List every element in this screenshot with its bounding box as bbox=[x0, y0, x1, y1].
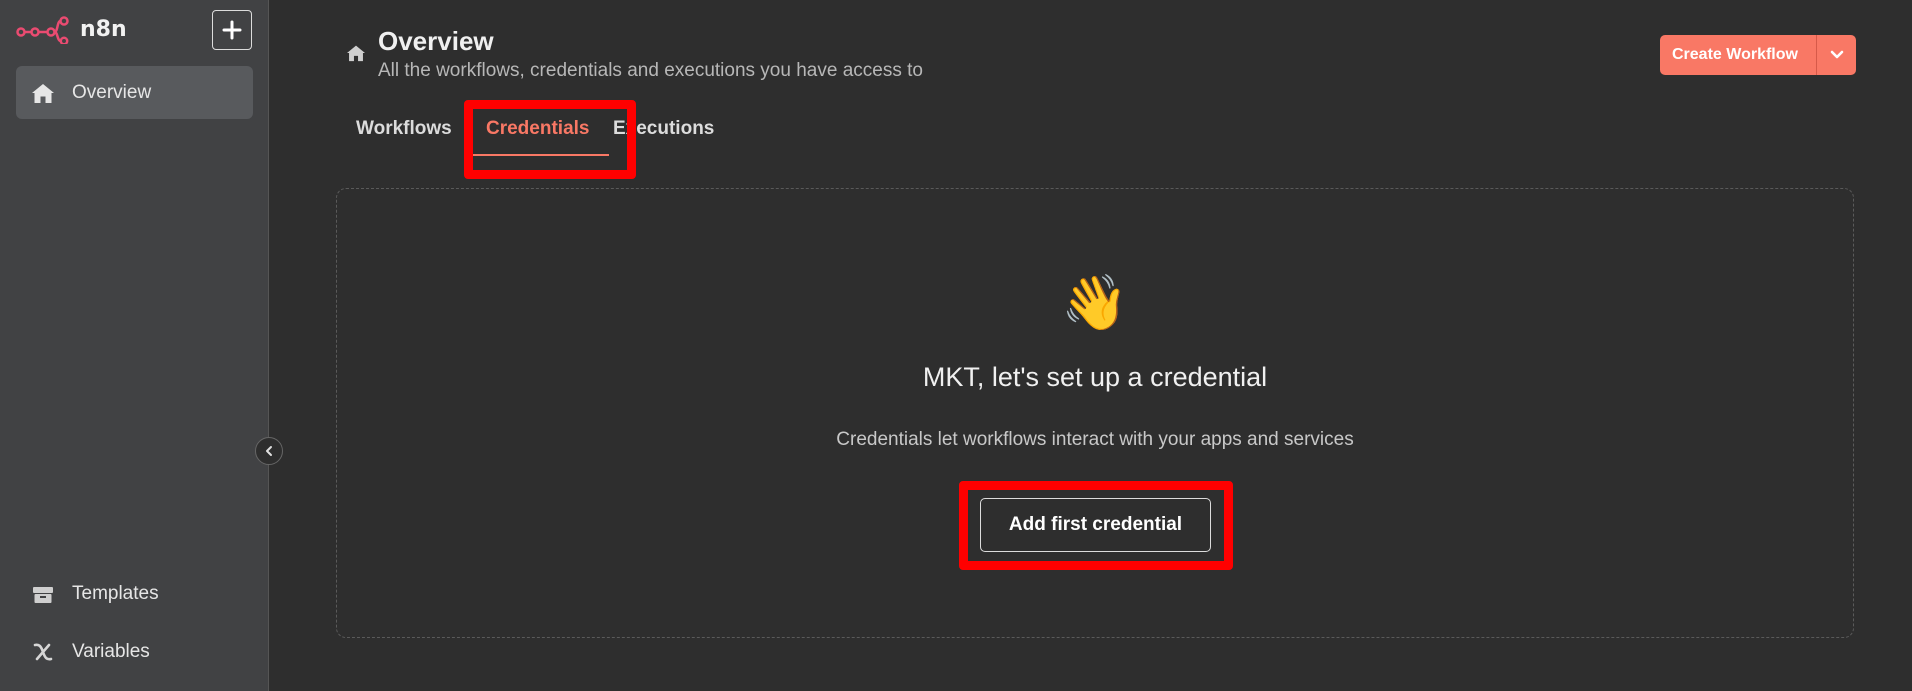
create-workflow-dropdown[interactable] bbox=[1817, 50, 1856, 60]
chevron-left-icon bbox=[266, 446, 272, 456]
home-icon bbox=[346, 44, 366, 67]
new-item-button[interactable] bbox=[212, 10, 252, 50]
sidebar: n8n Overview Templates Variables bbox=[0, 0, 269, 691]
n8n-logo-icon bbox=[16, 16, 69, 44]
tab-workflows[interactable]: Workflows bbox=[356, 118, 452, 140]
page-title: Overview bbox=[378, 26, 494, 56]
page-subtitle: All the workflows, credentials and execu… bbox=[378, 60, 923, 81]
highlight-box-add-credential bbox=[959, 481, 1233, 570]
sidebar-item-variables[interactable]: Variables bbox=[16, 625, 253, 678]
home-icon bbox=[30, 80, 56, 106]
box-icon bbox=[30, 581, 56, 607]
variable-x-icon bbox=[30, 639, 56, 665]
create-workflow-label[interactable]: Create Workflow bbox=[1660, 46, 1816, 64]
sidebar-item-overview[interactable]: Overview bbox=[16, 66, 253, 119]
collapse-sidebar-button[interactable] bbox=[255, 437, 283, 465]
sidebar-item-label: Templates bbox=[72, 582, 159, 604]
empty-state-panel: 👋 MKT, let's set up a credential Credent… bbox=[336, 188, 1854, 638]
empty-state-heading: MKT, let's set up a credential bbox=[922, 362, 1268, 392]
create-workflow-button[interactable]: Create Workflow bbox=[1660, 35, 1856, 75]
chevron-down-icon bbox=[1830, 50, 1843, 59]
sidebar-item-label: Variables bbox=[72, 640, 150, 662]
plus-icon bbox=[222, 20, 242, 40]
waving-hand-emoji: 👋 bbox=[1061, 273, 1129, 333]
highlight-box-credentials-tab bbox=[464, 100, 636, 179]
sidebar-item-label: Overview bbox=[72, 81, 152, 103]
app-name: n8n bbox=[80, 16, 127, 42]
sidebar-item-templates[interactable]: Templates bbox=[16, 567, 253, 620]
empty-state-description: Credentials let workflows interact with … bbox=[836, 429, 1354, 450]
n8n-logo[interactable]: n8n bbox=[16, 14, 127, 44]
